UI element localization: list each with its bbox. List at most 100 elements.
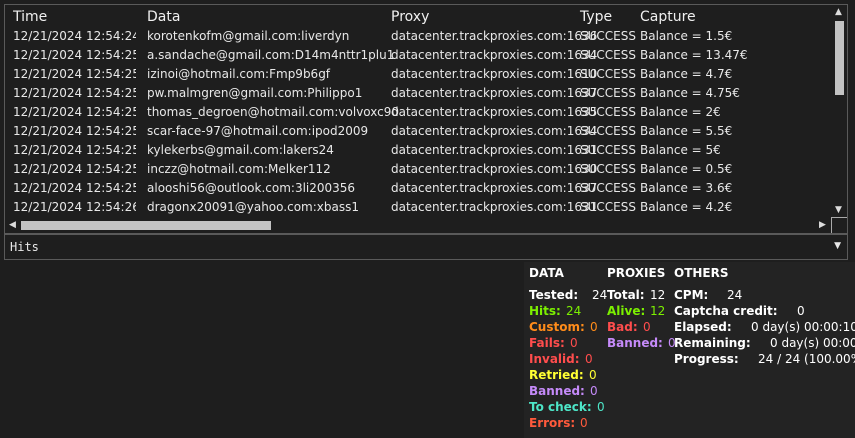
- horizontal-scrollbar[interactable]: ◀ ▶: [5, 217, 831, 233]
- table-row[interactable]: 12/21/2024 12:54:25 AM pw.malmgren@gmail.…: [5, 84, 831, 103]
- table-row[interactable]: 12/21/2024 12:54:25 AM kylekerbs@gmail.co…: [5, 141, 831, 160]
- cell-time: 12/21/2024 12:54:25 AM: [13, 162, 136, 176]
- cell-data: inczz@hotmail.com:Melker112: [147, 162, 331, 176]
- table-row[interactable]: 12/21/2024 12:54:25 AM alooshi56@outlook.…: [5, 179, 831, 198]
- cell-data: alooshi56@outlook.com:3li200356: [147, 181, 356, 195]
- stat-proxies-value: 0: [643, 320, 651, 334]
- cell-type: SUCCESS: [580, 86, 636, 100]
- cell-time: 12/21/2024 12:54:25 AM: [13, 67, 136, 81]
- stat-data-value: 0: [570, 336, 578, 350]
- cell-time: 12/21/2024 12:54:25 AM: [13, 143, 136, 157]
- cell-type: SUCCESS: [580, 48, 636, 62]
- cell-proxy: datacenter.trackproxies.com:1635: [391, 105, 598, 119]
- cell-type: SUCCESS: [580, 162, 636, 176]
- stat-data-value: 24: [592, 288, 608, 302]
- cell-data: pw.malmgren@gmail.com:Philippo1: [147, 86, 363, 100]
- scroll-up-icon[interactable]: ▲: [835, 7, 842, 17]
- table-row[interactable]: 12/21/2024 12:54:25 AM thomas_degroen@hot…: [5, 103, 831, 122]
- stat-data-value: 0: [590, 320, 598, 334]
- stats-panel: DATA PROXIES OTHERS Tested: 24 Hits: 24 Cust…: [524, 262, 855, 438]
- cell-type: SUCCESS: [580, 200, 636, 214]
- cell-proxy: datacenter.trackproxies.com:1636: [391, 29, 598, 43]
- cell-type: SUCCESS: [580, 124, 636, 138]
- stat-others-value: 24: [727, 288, 743, 302]
- table-row[interactable]: 12/21/2024 12:54:26 AM dragonx20091@yahoo…: [5, 198, 831, 217]
- table-row[interactable]: 12/21/2024 12:54:25 AM inczz@hotmail.com:…: [5, 160, 831, 179]
- stat-proxies-value: 12: [650, 288, 666, 302]
- cell-data: kylekerbs@gmail.com:lakers24: [147, 143, 334, 157]
- table-row[interactable]: 12/21/2024 12:54:25 AM scar-face-97@hotma…: [5, 122, 831, 141]
- stat-data-label: Hits:: [529, 304, 561, 318]
- results-filter-select[interactable]: Hits ▼: [4, 234, 848, 260]
- cell-type: SUCCESS: [580, 105, 636, 119]
- stat-data-value: 0: [590, 384, 598, 398]
- cell-capture: Balance = 0.5€: [640, 162, 733, 176]
- filter-selected-value: Hits: [10, 240, 39, 254]
- stat-data-value: 0: [597, 400, 605, 414]
- stat-data-value: 0: [585, 352, 593, 366]
- grid-header: Time Data Proxy Type Capture: [5, 5, 831, 27]
- cell-capture: Balance = 1.5€: [640, 29, 733, 43]
- stat-proxies-label: Bad:: [607, 320, 638, 334]
- stat-others-value: 0 day(s) 00:00:10: [751, 320, 855, 334]
- cell-capture: Balance = 4.75€: [640, 86, 740, 100]
- cell-time: 12/21/2024 12:54:25 AM: [13, 48, 136, 62]
- cell-proxy: datacenter.trackproxies.com:1630: [391, 162, 598, 176]
- column-header-type[interactable]: Type: [580, 9, 612, 25]
- stat-others-label: CPM:: [674, 288, 709, 302]
- cell-proxy: datacenter.trackproxies.com:1631: [391, 143, 598, 157]
- cell-time: 12/21/2024 12:54:25 AM: [13, 181, 136, 195]
- cell-data: korotenkofm@gmail.com:liverdyn: [147, 29, 350, 43]
- stat-others-label: Captcha credit:: [674, 304, 778, 318]
- vertical-scroll-thumb[interactable]: [835, 21, 844, 95]
- stat-data-label: Custom:: [529, 320, 585, 334]
- stat-others-label: Remaining:: [674, 336, 751, 350]
- cell-proxy: datacenter.trackproxies.com:1637: [391, 181, 598, 195]
- column-header-time[interactable]: Time: [13, 9, 136, 25]
- chevron-down-icon[interactable]: ▼: [834, 241, 841, 251]
- table-row[interactable]: 12/21/2024 12:54:24 AM korotenkofm@gmail.…: [5, 27, 831, 46]
- cell-data: scar-face-97@hotmail.com:ipod2009: [147, 124, 369, 138]
- scroll-down-icon[interactable]: ▼: [835, 205, 842, 215]
- cell-time: 12/21/2024 12:54:25 AM: [13, 124, 136, 138]
- stat-data-value: 0: [589, 368, 597, 382]
- horizontal-scroll-thumb[interactable]: [21, 221, 271, 230]
- scroll-right-icon[interactable]: ▶: [819, 220, 826, 230]
- stat-proxies-label: Alive:: [607, 304, 646, 318]
- cell-capture: Balance = 5€: [640, 143, 721, 157]
- proxies-header: PROXIES: [607, 266, 666, 280]
- stat-proxies-label: Banned:: [607, 336, 663, 350]
- vertical-scrollbar[interactable]: ▲ ▼: [831, 5, 847, 217]
- cell-capture: Balance = 2€: [640, 105, 721, 119]
- cell-capture: Balance = 3.6€: [640, 181, 733, 195]
- cell-type: SUCCESS: [580, 143, 636, 157]
- stat-proxies-label: Total:: [607, 288, 645, 302]
- stat-proxies-value: 12: [650, 304, 666, 318]
- cell-proxy: datacenter.trackproxies.com:1634: [391, 48, 598, 62]
- scroll-corner: [831, 217, 847, 233]
- stat-data-label: Tested:: [529, 288, 579, 302]
- cell-time: 12/21/2024 12:54:25 AM: [13, 86, 136, 100]
- data-header: DATA: [529, 266, 564, 280]
- column-header-proxy[interactable]: Proxy: [391, 9, 429, 25]
- stat-data-label: Invalid:: [529, 352, 580, 366]
- column-header-capture[interactable]: Capture: [640, 9, 696, 25]
- stat-data-value: 0: [580, 416, 588, 430]
- stat-others-value: 24 / 24 (100.00%): [758, 352, 855, 366]
- table-row[interactable]: 12/21/2024 12:54:25 AM a.sandache@gmail.c…: [5, 46, 831, 65]
- scroll-left-icon[interactable]: ◀: [9, 220, 16, 230]
- stat-data-label: Fails:: [529, 336, 565, 350]
- stat-others-label: Progress:: [674, 352, 739, 366]
- stat-others-label: Elapsed:: [674, 320, 732, 334]
- stat-data-label: To check:: [529, 400, 592, 414]
- stat-data-label: Errors:: [529, 416, 576, 430]
- cell-time: 12/21/2024 12:54:26 AM: [13, 200, 136, 214]
- cell-type: SUCCESS: [580, 181, 636, 195]
- cell-data: a.sandache@gmail.com:D14m4nttr1plu1: [147, 48, 395, 62]
- column-header-data[interactable]: Data: [147, 9, 180, 25]
- table-row[interactable]: 12/21/2024 12:54:25 AM izinoi@hotmail.com…: [5, 65, 831, 84]
- cell-data: thomas_degroen@hotmail.com:volvoxc90: [147, 105, 400, 119]
- stat-others-value: 0 day(s) 00:00:19: [770, 336, 855, 350]
- cell-data: dragonx20091@yahoo.com:xbass1: [147, 200, 359, 214]
- cell-capture: Balance = 4.2€: [640, 200, 733, 214]
